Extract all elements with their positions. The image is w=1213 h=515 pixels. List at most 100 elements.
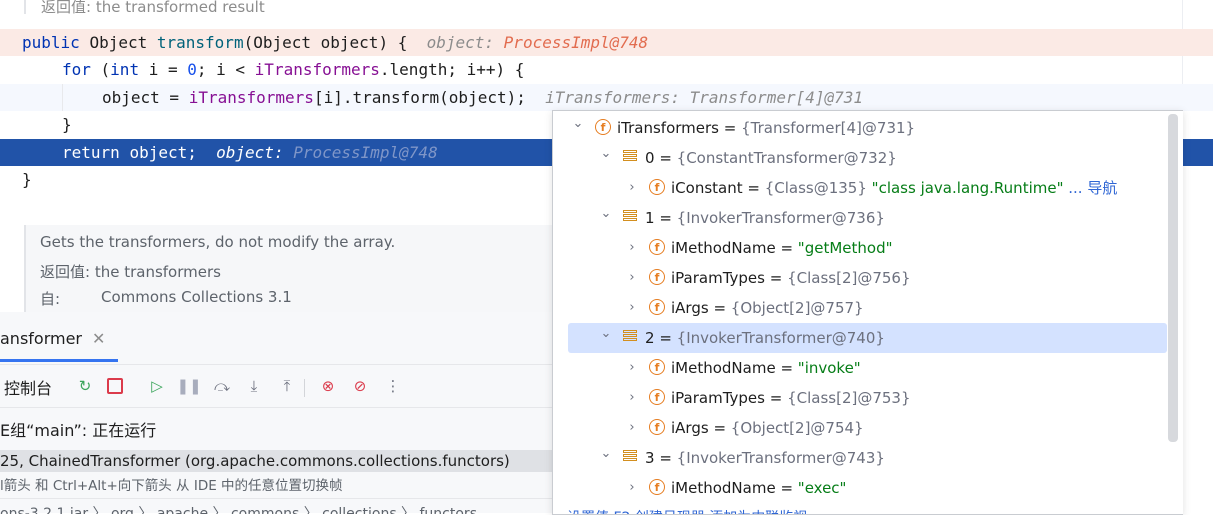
code-token: [i].transform(object); xyxy=(313,88,546,107)
chevron-right-icon[interactable]: › xyxy=(625,353,639,383)
code-token: Object xyxy=(89,33,157,52)
code-token: i = xyxy=(148,60,188,79)
tree-node[interactable]: ⌄ 3 = {InvokerTransformer@743} xyxy=(553,443,1167,473)
tree-node[interactable]: › f iParamTypes = {Class[2]@756} xyxy=(553,263,1167,293)
tab-chained-transformer[interactable]: ansformer ✕ xyxy=(0,318,118,362)
debug-tool-window: ansformer ✕ 控制台 ↻ ▷ ❚❚ ⤼ ⤓ ⤒ ⊗ ⊘ ⋮ E组“ma… xyxy=(0,312,552,514)
tree-eq: = xyxy=(764,389,788,407)
chevron-right-icon[interactable]: › xyxy=(625,233,639,263)
tree-node-text: 0 = {ConstantTransformer@732} xyxy=(645,143,897,173)
chevron-right-icon[interactable]: › xyxy=(625,413,639,443)
hint-label: object: xyxy=(426,33,504,52)
chevron-right-icon[interactable]: › xyxy=(625,473,639,503)
mute-breakpoints-icon[interactable]: ⊘ xyxy=(349,375,371,397)
field-icon: f xyxy=(649,419,665,435)
chevron-down-icon[interactable]: ⌄ xyxy=(571,113,585,143)
tree-node-text: iParamTypes = {Class[2]@756} xyxy=(671,263,911,293)
field-icon: f xyxy=(649,269,665,285)
rerun-icon[interactable]: ↻ xyxy=(74,375,96,397)
tree-name: iParamTypes xyxy=(671,389,765,407)
chevron-right-icon[interactable]: › xyxy=(625,293,639,323)
frame-switch-hint: l箭头 和 Ctrl+Alt+向下箭头 从 IDE 中的任意位置切换帧 xyxy=(0,478,343,494)
debug-tab-bar: ansformer ✕ xyxy=(0,312,552,365)
tree-eq: = xyxy=(775,359,798,377)
tree-node-text: 1 = {InvokerTransformer@736} xyxy=(645,203,885,233)
more-icon[interactable]: ⋮ xyxy=(382,375,404,397)
tree-name: 1 xyxy=(645,209,655,227)
inline-value-popup[interactable]: ⌄ f iTransformers = {Transformer[4]@731} ⌄ 0… xyxy=(552,110,1183,515)
code-line[interactable]: object = iTransformers[i].transform(obje… xyxy=(0,84,1213,111)
tree-node[interactable]: › f iArgs = {Object[2]@754} xyxy=(553,413,1167,443)
tree-node[interactable]: › f iMethodName = "getMethod" xyxy=(553,233,1167,263)
breadcrumb[interactable]: ons-3.2.1.jar 〉 org 〉 apache 〉 commons 〉… xyxy=(0,503,477,514)
code-text: } xyxy=(22,166,32,193)
tree-node-text: iArgs = {Object[2]@754} xyxy=(671,413,864,443)
tree-str: "class java.lang.Runtime" xyxy=(871,179,1064,197)
thread-selector[interactable]: E组“main”: 正在运行 xyxy=(0,407,552,444)
tree-val: {Class[2]@756} xyxy=(787,269,911,287)
javadoc-since-value: Commons Collections 3.1 xyxy=(101,288,292,306)
tree-node-text: iMethodName = "getMethod" xyxy=(671,233,892,263)
view-breakpoints-icon[interactable]: ⊗ xyxy=(317,375,339,397)
tree-node[interactable]: › f iArgs = {Object[2]@757} xyxy=(553,293,1167,323)
console-tab[interactable]: 控制台 xyxy=(4,375,52,399)
chevron-right-icon[interactable]: › xyxy=(625,263,639,293)
inline-value-hint[interactable]: object: ProcessImpl@748 xyxy=(427,33,649,52)
popup-scrollbar[interactable] xyxy=(1168,114,1178,442)
code-token: object = xyxy=(102,88,189,107)
inline-value-hint[interactable]: object: ProcessImpl@748 xyxy=(216,143,438,162)
tree-str: "exec" xyxy=(797,479,847,497)
field-icon: f xyxy=(595,119,611,135)
tree-node[interactable]: ⌄ 0 = {ConstantTransformer@732} xyxy=(553,143,1167,173)
popup-footer-actions[interactable]: 设置值 F2 创建呈现器 添加为内联监视 xyxy=(567,507,807,514)
code-token: int xyxy=(110,60,149,79)
tree-node[interactable]: ⌄ 2 = {InvokerTransformer@740} xyxy=(568,323,1167,353)
stop-icon[interactable] xyxy=(104,375,126,397)
code-token: public xyxy=(22,33,90,52)
tree-eq: = xyxy=(654,449,677,467)
breadcrumb-bar: ons-3.2.1.jar 〉 org 〉 apache 〉 commons 〉… xyxy=(0,498,552,514)
tree-node[interactable]: › f iParamTypes = {Class[2]@753} xyxy=(553,383,1167,413)
hint-label: iTransformers: xyxy=(545,88,690,107)
navigate-link[interactable]: ... 导航 xyxy=(1063,179,1117,197)
resume-icon[interactable]: ▷ xyxy=(146,375,168,397)
doc-return-line: 返回值: the transformed result xyxy=(41,0,265,16)
frame-row-selected[interactable]: 25, ChainedTransformer (org.apache.commo… xyxy=(0,450,552,472)
chevron-down-icon[interactable]: ⌄ xyxy=(599,143,613,173)
tree-val: {Class@135} xyxy=(764,179,872,197)
code-line[interactable]: for (int i = 0; i < iTransformers.length… xyxy=(0,56,1213,83)
code-token: .length; i++) { xyxy=(379,60,525,79)
hint-value: Transformer[4]@731 xyxy=(689,88,864,107)
code-token: ( xyxy=(100,60,111,79)
step-into-icon[interactable]: ⤓ xyxy=(243,375,265,397)
step-over-icon[interactable]: ⤼ xyxy=(211,375,233,397)
code-token: ; i < xyxy=(196,60,255,79)
chevron-down-icon[interactable]: ⌄ xyxy=(599,443,613,473)
active-tab-indicator xyxy=(0,359,118,362)
chevron-right-icon[interactable]: › xyxy=(625,173,639,203)
chevron-down-icon[interactable]: ⌄ xyxy=(599,323,613,353)
tree-val: {Class[2]@753} xyxy=(787,389,911,407)
tree-eq: = xyxy=(708,419,731,437)
close-icon[interactable]: ✕ xyxy=(92,329,105,348)
pause-icon[interactable]: ❚❚ xyxy=(176,375,201,397)
tree-node-text: 3 = {InvokerTransformer@743} xyxy=(645,443,885,473)
code-line[interactable]: public Object transform(Object object) {… xyxy=(0,29,1213,56)
code-text: for (int i = 0; i < iTransformers.length… xyxy=(62,56,524,83)
tree-node-text: 2 = {InvokerTransformer@740} xyxy=(645,323,885,353)
field-icon: f xyxy=(649,389,665,405)
tree-node[interactable]: › f iMethodName = "invoke" xyxy=(553,353,1167,383)
tree-node[interactable]: ⌄ f iTransformers = {Transformer[4]@731} xyxy=(553,113,1167,143)
tab-label: ansformer xyxy=(0,329,83,348)
tree-node[interactable]: › f iConstant = {Class@135} "class java.la… xyxy=(553,173,1167,203)
code-token: } xyxy=(62,115,72,134)
tree-str: "invoke" xyxy=(797,359,861,377)
step-out-icon[interactable]: ⤒ xyxy=(276,375,298,397)
debug-toolbar: 控制台 ↻ ▷ ❚❚ ⤼ ⤓ ⤒ ⊗ ⊘ ⋮ xyxy=(0,371,552,403)
chevron-down-icon[interactable]: ⌄ xyxy=(599,203,613,233)
tree-node[interactable]: ⌄ 1 = {InvokerTransformer@736} xyxy=(553,203,1167,233)
chevron-right-icon[interactable]: › xyxy=(625,383,639,413)
code-token: } xyxy=(22,170,32,189)
inline-value-hint[interactable]: iTransformers: Transformer[4]@731 xyxy=(545,88,863,107)
tree-node[interactable]: › f iMethodName = "exec" xyxy=(553,473,1167,503)
